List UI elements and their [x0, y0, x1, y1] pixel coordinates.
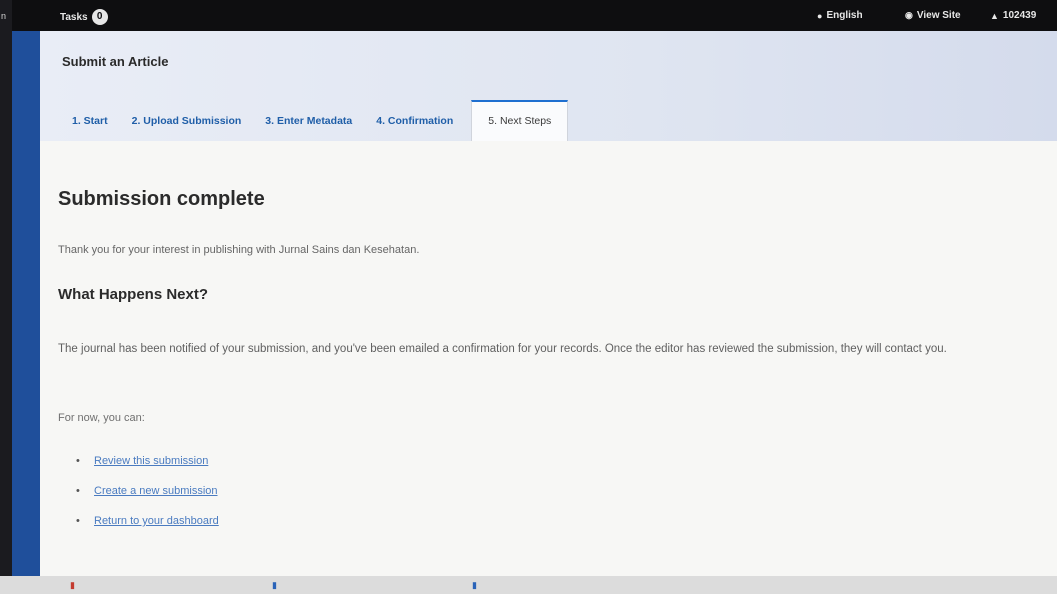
tab-start[interactable]: 1. Start — [60, 115, 120, 141]
review-submission-link[interactable]: Review this submission — [94, 455, 208, 467]
left-sidebar — [12, 31, 40, 576]
next-steps-paragraph: The journal has been notified of your su… — [58, 343, 947, 355]
submission-complete-heading: Submission complete — [58, 188, 265, 210]
language-label: English — [826, 10, 863, 21]
for-now-text: For now, you can: — [58, 412, 145, 424]
main-content: Submission complete Thank you for your i… — [40, 141, 1057, 576]
view-site-label: View Site — [916, 10, 961, 21]
tab-next-steps[interactable]: 5. Next Steps — [471, 100, 569, 141]
thank-you-text: Thank you for your interest in publishin… — [58, 244, 420, 256]
page-header: Submit an Article 1. Start 2. Upload Sub… — [40, 31, 1057, 142]
bottom-taskbar: ▮ ▮ ▮ — [0, 576, 1057, 594]
taskbar-item[interactable]: ▮ — [472, 580, 477, 591]
tab-confirmation[interactable]: 4. Confirmation — [364, 115, 465, 141]
create-new-submission-link[interactable]: Create a new submission — [94, 485, 218, 497]
user-label: 102439 — [1002, 10, 1037, 21]
page-title: Submit an Article — [62, 54, 169, 69]
document-icon: ▮ — [272, 580, 277, 590]
taskbar-item[interactable]: ▮ — [272, 580, 277, 591]
screen-bezel-left: n — [0, 0, 12, 594]
tasks-count-badge: 0 — [91, 9, 108, 25]
globe-icon: ● — [817, 10, 823, 21]
user-icon: ▲ — [990, 10, 999, 21]
document-icon: ▮ — [472, 580, 477, 590]
next-actions-list: Review this submission Create a new subm… — [58, 446, 219, 536]
tab-enter-metadata[interactable]: 3. Enter Metadata — [253, 115, 364, 141]
tab-upload-submission[interactable]: 2. Upload Submission — [120, 115, 254, 141]
top-navigation-bar: Tasks 0 ● English ◉ View Site ▲ 102439 — [12, 0, 1057, 31]
tasks-menu[interactable]: Tasks 0 — [60, 9, 108, 25]
edge-glyph: n — [1, 11, 7, 21]
what-happens-next-heading: What Happens Next? — [58, 286, 209, 303]
pdf-icon: ▮ — [70, 580, 75, 590]
return-to-dashboard-link[interactable]: Return to your dashboard — [94, 515, 219, 527]
list-item: Create a new submission — [58, 476, 219, 506]
list-item: Review this submission — [58, 446, 219, 476]
tasks-label: Tasks — [60, 11, 88, 23]
language-menu[interactable]: ● English — [817, 10, 863, 21]
view-site-link[interactable]: ◉ View Site — [905, 10, 961, 21]
user-menu[interactable]: ▲ 102439 — [990, 10, 1036, 21]
submission-steps-tabs: 1. Start 2. Upload Submission 3. Enter M… — [60, 99, 569, 141]
list-item: Return to your dashboard — [58, 506, 219, 536]
eye-icon: ◉ — [905, 10, 913, 20]
taskbar-item[interactable]: ▮ — [70, 580, 75, 591]
